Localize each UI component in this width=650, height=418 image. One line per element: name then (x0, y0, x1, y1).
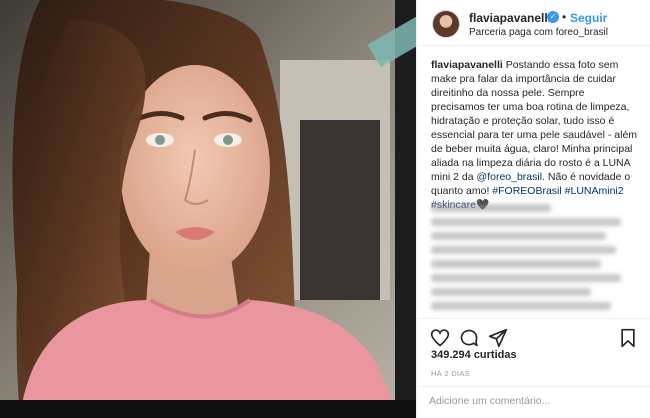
post-panel: flaviapavanelli ✓ • Seguir Parceria paga… (416, 0, 650, 418)
mention-link[interactable]: @foreo_brasil (477, 171, 543, 183)
post-photo[interactable] (0, 0, 416, 418)
caption-username[interactable]: flaviapavanelli (431, 59, 503, 71)
comment-input[interactable] (429, 395, 589, 407)
post-caption: flaviapavanelli Postando essa foto sem m… (431, 58, 639, 212)
post-timestamp[interactable]: HÁ 2 DIAS (431, 369, 470, 378)
photo-frame-bottom (0, 400, 416, 418)
share-icon[interactable] (488, 328, 508, 348)
blurred-comments (431, 204, 631, 316)
hashtag-link[interactable]: #LUNAmini2 (565, 185, 624, 197)
comment-box (417, 386, 650, 418)
hashtag-link[interactable]: #FOREOBrasil (492, 185, 561, 197)
post-header: flaviapavanelli ✓ • Seguir Parceria paga… (417, 0, 650, 46)
photo-frame-edge (395, 0, 416, 418)
bookmark-icon[interactable] (618, 328, 638, 348)
verified-badge-icon: ✓ (547, 11, 559, 23)
avatar[interactable] (432, 10, 460, 38)
separator-dot: • (562, 10, 566, 24)
selfie-image (0, 0, 416, 418)
paid-partnership-label[interactable]: Parceria paga com foreo_brasil (469, 27, 608, 38)
caption-text: Postando essa foto sem make pra falar da… (431, 59, 637, 183)
heart-icon[interactable] (430, 328, 450, 348)
follow-button[interactable]: Seguir (570, 11, 607, 25)
comment-icon[interactable] (459, 328, 479, 348)
username-link[interactable]: flaviapavanelli (469, 11, 551, 25)
like-count[interactable]: 349.294 curtidas (431, 349, 517, 361)
